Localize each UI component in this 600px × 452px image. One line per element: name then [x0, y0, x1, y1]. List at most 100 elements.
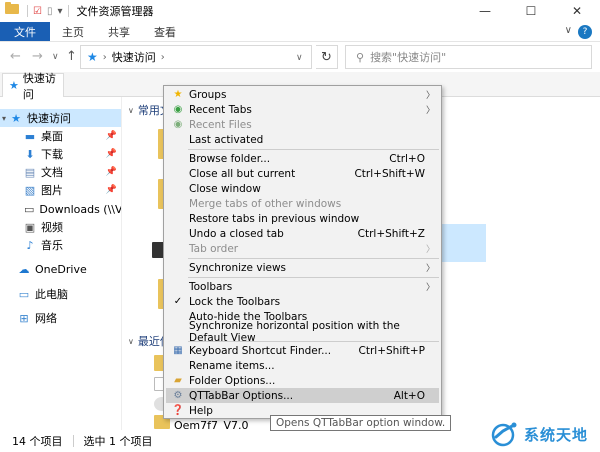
menu-item-last-activated[interactable]: Last activated: [166, 132, 439, 147]
computer-icon: ▭: [18, 287, 30, 301]
menu-item-close-all-but-current[interactable]: Close all but current Ctrl+Shift+W: [166, 166, 439, 181]
menu-item-label: Recent Tabs: [189, 103, 252, 116]
menu-item-toolbars[interactable]: Toolbars 〉: [166, 279, 439, 294]
menu-item-browse-folder[interactable]: Browse folder... Ctrl+O: [166, 151, 439, 166]
sidebar-item-label: 网络: [35, 312, 57, 325]
download-icon: ⬇: [25, 147, 35, 161]
menu-item-shortcut: Ctrl+Shift+W: [354, 167, 425, 180]
menu-item-label: Close window: [189, 182, 261, 195]
menu-item-shortcut: Alt+O: [393, 389, 425, 402]
address-dropdown-icon[interactable]: ∨: [296, 53, 303, 63]
sidebar-item-videos[interactable]: ▣ 视频: [0, 218, 121, 236]
menu-item-label: Close all but current: [189, 167, 296, 180]
minimize-button[interactable]: —: [462, 0, 508, 22]
menu-item-rename-items[interactable]: Rename items...: [166, 358, 439, 373]
breadcrumb[interactable]: 快速访问: [112, 49, 156, 65]
menu-item-label: Tab order: [189, 242, 239, 255]
close-button[interactable]: ✕: [554, 0, 600, 22]
network-icon: ⊞: [19, 311, 29, 325]
maximize-button[interactable]: ☐: [508, 0, 554, 22]
sidebar-item-desktop[interactable]: ▬ 桌面 📌: [0, 127, 121, 145]
sidebar-item-this-pc[interactable]: ▭ 此电脑: [0, 285, 121, 303]
search-input[interactable]: ⚲ 搜索"快速访问": [345, 45, 592, 69]
tab-quick-access[interactable]: ★ 快速访问: [2, 72, 64, 101]
sidebar-item-documents[interactable]: ▤ 文档 📌: [0, 163, 121, 181]
menu-item-qttabbar-options[interactable]: ⚙ QTTabBar Options... Alt+O: [166, 388, 439, 403]
chevron-right-icon: 〉: [425, 91, 435, 101]
help-icon[interactable]: ?: [578, 25, 592, 39]
up-button[interactable]: ↑: [66, 49, 77, 64]
divider: [67, 5, 69, 17]
star-icon: ★: [9, 79, 19, 92]
desktop-icon: ▬: [24, 129, 36, 143]
customize-quick-access-icon[interactable]: ▾: [57, 6, 62, 17]
chevron-down-icon[interactable]: ∨: [565, 25, 572, 36]
video-icon: ▣: [24, 220, 36, 234]
menu-separator: [188, 341, 439, 342]
sidebar-item-music[interactable]: ♪ 音乐: [0, 236, 121, 254]
sidebar-item-downloads[interactable]: ⬇ 下载 📌: [0, 145, 121, 163]
tab-share[interactable]: 共享: [96, 22, 142, 41]
sidebar-item-label: Downloads (\\VBo:: [39, 202, 121, 216]
menu-item-recent-tabs[interactable]: ◉ Recent Tabs 〉: [166, 102, 439, 117]
sidebar-item-label: 图片: [41, 184, 63, 197]
menu-item-label: Synchronize horizontal position with the…: [189, 319, 400, 344]
sidebar-item-label: 桌面: [41, 130, 63, 143]
chevron-down-icon[interactable]: ▾: [2, 114, 6, 123]
menu-item-label: Last activated: [189, 133, 264, 146]
menu-item-merge-tabs: Merge tabs of other windows: [166, 196, 439, 211]
folder-icon: [5, 2, 21, 18]
menu-item-label: Restore tabs in previous window: [189, 212, 360, 225]
divider: [72, 435, 74, 447]
breadcrumb-separator: ›: [102, 51, 107, 63]
address-bar[interactable]: ★ › 快速访问 ›: [80, 45, 312, 69]
gear-icon: ⚙: [173, 390, 183, 401]
forward-button[interactable]: →: [32, 49, 43, 64]
recent-tabs-icon: ◉: [173, 104, 183, 115]
tab-home[interactable]: 主页: [50, 22, 96, 41]
menu-item-tab-order: Tab order 〉: [166, 241, 439, 256]
tab-file[interactable]: 文件: [0, 22, 50, 41]
menu-separator: [188, 149, 439, 150]
tab-view[interactable]: 查看: [142, 22, 188, 41]
sidebar-item-label: 此电脑: [35, 288, 68, 301]
menu-item-keyboard-shortcut-finder[interactable]: ▦ Keyboard Shortcut Finder... Ctrl+Shift…: [166, 343, 439, 358]
chevron-right-icon: 〉: [425, 264, 435, 274]
menu-item-synchronize-views[interactable]: Synchronize views 〉: [166, 260, 439, 275]
sidebar-item-network[interactable]: ⊞ 网络: [0, 309, 121, 327]
menu-item-lock-toolbars[interactable]: ✓ Lock the Toolbars: [166, 294, 439, 309]
watermark-logo-icon: [491, 422, 517, 447]
navigation-bar: ← → ∨ ↑ ★ › 快速访问 › ∨ ↻ ⚲ 搜索"快速访问": [0, 42, 600, 72]
quick-access-toolbar: ☑ ▯ ▾: [27, 5, 69, 17]
picture-icon: ▧: [24, 183, 36, 197]
pin-icon: 📌: [105, 167, 117, 177]
menu-item-restore-tabs[interactable]: Restore tabs in previous window: [166, 211, 439, 226]
sidebar-item-pictures[interactable]: ▧ 图片 📌: [0, 181, 121, 199]
window-title: 文件资源管理器: [76, 5, 154, 18]
menu-item-folder-options[interactable]: ▰ Folder Options...: [166, 373, 439, 388]
chevron-down-icon: ∨: [128, 336, 134, 346]
refresh-button[interactable]: ↻: [316, 45, 338, 69]
sidebar-item-label: 下载: [41, 148, 63, 161]
menu-item-undo-closed-tab[interactable]: Undo a closed tab Ctrl+Shift+Z: [166, 226, 439, 241]
navigation-pane: ▾ ★ 快速访问 ▬ 桌面 📌 ⬇ 下载 📌 ▤ 文档 📌 ▧ 图片 📌 ▭ D…: [0, 106, 121, 430]
menu-item-shortcut: Ctrl+Shift+P: [358, 344, 425, 357]
menu-item-sync-horizontal-position[interactable]: Synchronize horizontal position with the…: [166, 320, 439, 344]
menu-item-label: Lock the Toolbars: [189, 295, 281, 308]
menu-item-label: Keyboard Shortcut Finder...: [189, 344, 332, 357]
menu-item-label: Groups: [189, 88, 227, 101]
menu-item-shortcut: Ctrl+O: [389, 152, 425, 165]
menu-item-recent-files: ◉ Recent Files: [166, 117, 439, 132]
menu-item-groups[interactable]: ★ Groups 〉: [166, 87, 439, 102]
watermark: 系统天地: [490, 418, 596, 450]
pin-icon: 📌: [105, 185, 117, 195]
properties-icon[interactable]: ☑: [33, 6, 42, 17]
new-folder-icon[interactable]: ▯: [47, 6, 53, 17]
sidebar-item-network-downloads[interactable]: ▭ Downloads (\\VBo:: [0, 200, 121, 218]
menu-item-close-window[interactable]: Close window: [166, 181, 439, 196]
sidebar-item-onedrive[interactable]: ☁ OneDrive: [0, 260, 121, 278]
back-button[interactable]: ←: [10, 49, 21, 64]
recent-locations-button[interactable]: ∨: [52, 52, 59, 62]
sidebar-item-quick-access[interactable]: ▾ ★ 快速访问: [0, 109, 121, 127]
menu-item-shortcut: Ctrl+Shift+Z: [357, 227, 425, 240]
